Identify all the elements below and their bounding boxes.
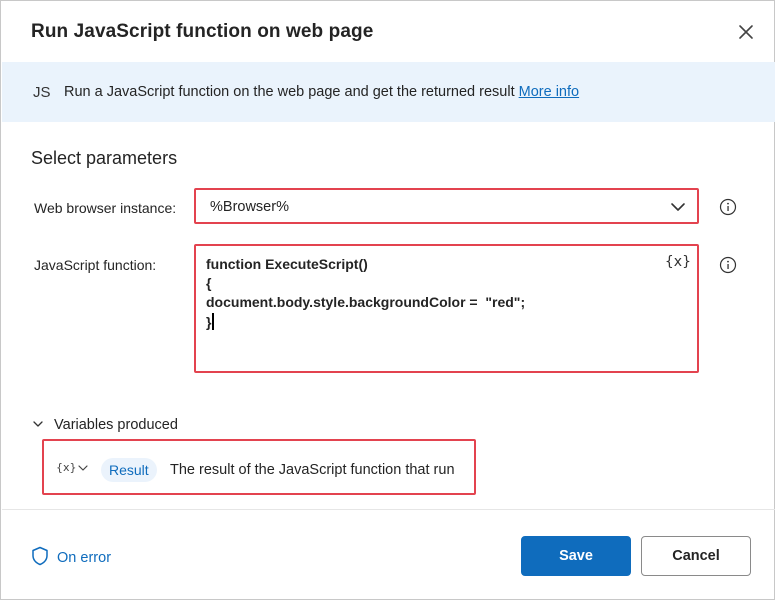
variables-produced-toggle[interactable]: Variables produced <box>32 417 178 433</box>
code-line: { <box>206 275 212 291</box>
on-error-label: On error <box>57 550 112 566</box>
info-bar: JS Run a JavaScript function on the web … <box>2 62 775 122</box>
browser-instance-value: %Browser% <box>210 199 289 215</box>
variable-icon[interactable]: {x} <box>56 461 77 474</box>
text-caret <box>212 313 214 330</box>
on-error-button[interactable]: On error <box>31 546 111 566</box>
close-icon <box>739 25 753 39</box>
js-function-label: JavaScript function: <box>34 257 157 273</box>
info-icon[interactable] <box>719 198 737 216</box>
info-icon[interactable] <box>719 256 737 274</box>
more-info-link[interactable]: More info <box>519 84 579 100</box>
cancel-button[interactable]: Cancel <box>641 536 751 576</box>
variables-produced-label: Variables produced <box>54 417 178 433</box>
variable-name-pill[interactable]: Result <box>101 458 157 482</box>
dialog-title: Run JavaScript function on web page <box>31 21 374 42</box>
code-line-text: } <box>206 314 212 330</box>
js-function-editor[interactable]: function ExecuteScript() { document.body… <box>194 244 699 373</box>
shield-icon <box>32 546 48 566</box>
save-button[interactable]: Save <box>521 536 631 576</box>
section-title: Select parameters <box>31 148 178 168</box>
chevron-down-icon <box>33 421 43 427</box>
code-line: } <box>206 313 214 330</box>
close-button[interactable] <box>734 20 758 44</box>
chevron-down-icon[interactable] <box>77 462 89 474</box>
footer-divider <box>2 509 775 510</box>
chevron-down-icon <box>671 203 685 211</box>
js-icon: JS <box>33 84 51 101</box>
insert-variable-button[interactable]: {x} <box>665 254 691 270</box>
browser-instance-label: Web browser instance: <box>34 200 177 216</box>
dialog: Run JavaScript function on web page JS R… <box>0 0 775 600</box>
browser-instance-select[interactable]: %Browser% <box>194 188 699 224</box>
info-description: Run a JavaScript function on the web pag… <box>64 84 515 100</box>
variable-row: {x} Result The result of the JavaScript … <box>42 439 476 495</box>
info-text: Run a JavaScript function on the web pag… <box>64 84 579 100</box>
code-line: document.body.style.backgroundColor = "r… <box>206 294 526 310</box>
code-line: function ExecuteScript() <box>206 256 368 272</box>
variable-description: The result of the JavaScript function th… <box>170 462 455 478</box>
